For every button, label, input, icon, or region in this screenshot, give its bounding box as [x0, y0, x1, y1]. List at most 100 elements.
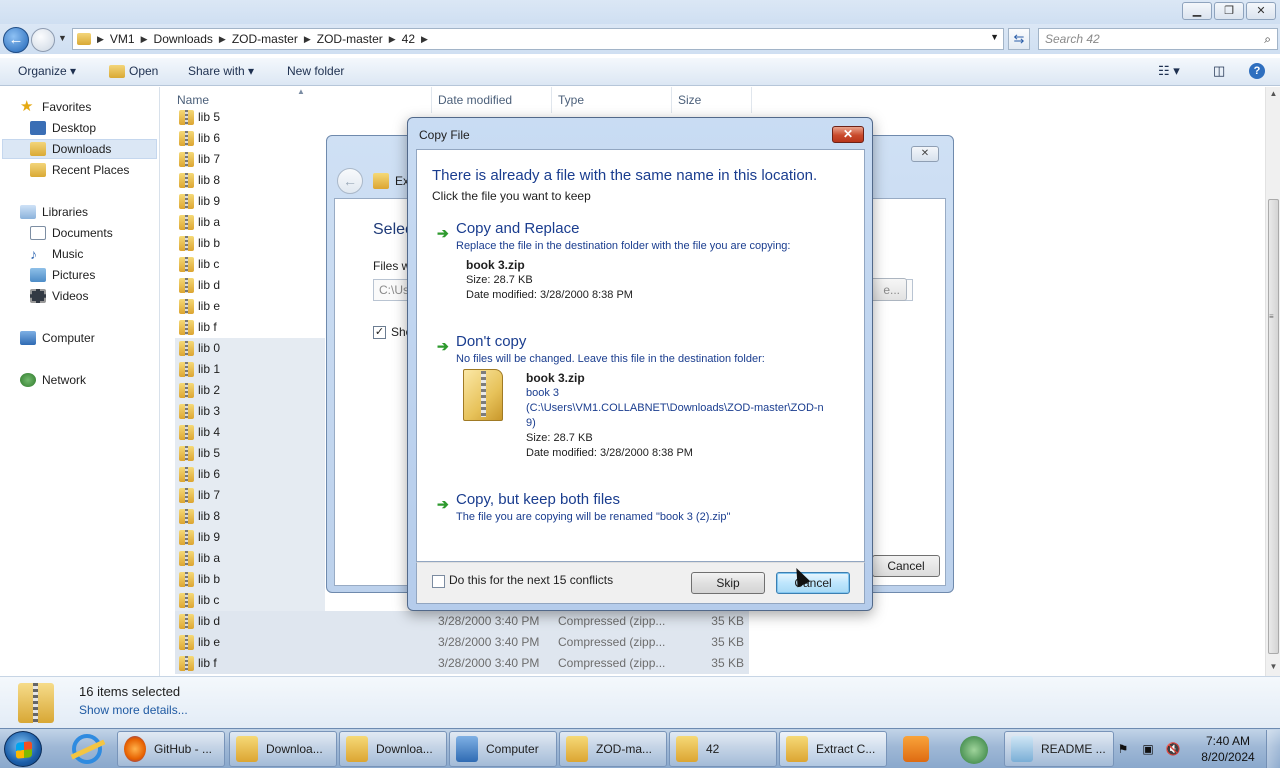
minimize-button[interactable]: ▁	[1182, 2, 1212, 20]
breadcrumb-downloads[interactable]: Downloads	[154, 32, 213, 46]
chevron-right-icon[interactable]: ▶	[389, 34, 396, 45]
table-row[interactable]: lib c	[175, 590, 325, 611]
nav-pictures[interactable]: Pictures	[30, 265, 95, 285]
recent-pages-dropdown[interactable]: ▼	[58, 33, 67, 43]
nav-recent-places[interactable]: Recent Places	[30, 160, 129, 180]
chevron-right-icon[interactable]: ▶	[219, 34, 226, 45]
taskbar-readme[interactable]: README ...	[1004, 731, 1114, 767]
nav-libraries[interactable]: Libraries	[20, 202, 88, 222]
chevron-right-icon[interactable]: ▶	[97, 34, 104, 45]
taskbar-downloads-2[interactable]: Downloa...	[339, 731, 447, 767]
extract-close-button[interactable]: ✕	[911, 146, 939, 162]
scrollbar-thumb[interactable]	[1268, 199, 1279, 654]
help-icon[interactable]: ?	[1249, 63, 1265, 79]
breadcrumb-vm1[interactable]: VM1	[110, 32, 135, 46]
nav-documents[interactable]: Documents	[30, 223, 113, 243]
close-window-button[interactable]: ✕	[1246, 2, 1276, 20]
nav-desktop[interactable]: Desktop	[30, 118, 96, 138]
taskbar: GitHub - ... Downloa... Downloa... Compu…	[0, 728, 1280, 768]
show-extracted-checkbox[interactable]: ✓	[373, 326, 386, 339]
table-row[interactable]: lib e 3/28/2000 3:40 PM Compressed (zipp..…	[175, 632, 749, 653]
column-header-date-modified[interactable]: Date modified	[438, 93, 512, 107]
view-options-icon[interactable]: ☷ ▾	[1158, 63, 1180, 79]
taskbar-github[interactable]: GitHub - ...	[117, 731, 225, 767]
nav-computer[interactable]: Computer	[20, 328, 95, 348]
nav-favorites[interactable]: ★ Favorites	[20, 97, 91, 117]
table-row[interactable]: lib d 3/28/2000 3:40 PM Compressed (zipp..…	[175, 611, 749, 632]
cancel-button[interactable]: Cancel	[776, 572, 850, 594]
folder-download-icon	[236, 736, 258, 762]
organize-menu[interactable]: Organize ▾	[18, 64, 76, 78]
back-button[interactable]: ←	[3, 27, 29, 53]
refresh-button[interactable]: ⇆	[1008, 28, 1030, 50]
table-row[interactable]: lib 0	[175, 338, 325, 359]
table-row[interactable]: lib 2	[175, 380, 325, 401]
preview-pane-icon[interactable]: ◫	[1213, 63, 1225, 79]
table-row[interactable]: lib 8	[175, 506, 325, 527]
taskbar-zod-master[interactable]: ZOD-ma...	[559, 731, 667, 767]
start-button[interactable]	[4, 731, 42, 767]
column-header-name[interactable]: Name	[177, 93, 209, 107]
volume-muted-icon[interactable]: 🔇	[1165, 741, 1181, 757]
nav-label: Downloads	[52, 142, 112, 156]
table-row[interactable]: lib 4	[175, 422, 325, 443]
search-icon[interactable]: ⌕	[1264, 32, 1271, 47]
table-row[interactable]: lib f 3/28/2000 3:40 PM Compressed (zipp..…	[175, 653, 749, 674]
file-date: 3/28/2000 3:40 PM	[438, 635, 540, 649]
table-row[interactable]: lib 7	[175, 485, 325, 506]
search-input[interactable]: Search 42 ⌕	[1038, 28, 1278, 50]
show-desktop-button[interactable]	[1266, 730, 1280, 768]
breadcrumb-zod-master[interactable]: ZOD-master	[232, 32, 298, 46]
extract-cancel-button[interactable]: Cancel	[872, 555, 940, 577]
scroll-up-arrow[interactable]: ▲	[1266, 89, 1280, 101]
address-bar[interactable]: ▶ VM1 ▶ Downloads ▶ ZOD-master ▶ ZOD-mas…	[72, 28, 1004, 50]
flag-icon[interactable]: ⚑	[1115, 741, 1131, 757]
column-header-type[interactable]: Type	[558, 93, 584, 107]
close-icon[interactable]: ✕	[832, 126, 864, 143]
scroll-down-arrow[interactable]: ▼	[1266, 662, 1280, 674]
chevron-right-icon[interactable]: ▶	[421, 34, 428, 45]
chevron-right-icon[interactable]: ▶	[141, 34, 148, 45]
nav-videos[interactable]: Videos	[30, 286, 88, 306]
nav-downloads[interactable]: Downloads	[2, 139, 157, 159]
chevron-right-icon[interactable]: ▶	[304, 34, 311, 45]
skip-button[interactable]: Skip	[691, 572, 765, 594]
forward-button[interactable]	[31, 28, 55, 52]
network-app-button[interactable]	[950, 731, 1000, 767]
media-player-button[interactable]	[893, 731, 943, 767]
new-folder-button[interactable]: New folder	[287, 64, 344, 78]
taskbar-42[interactable]: 42	[669, 731, 777, 767]
restore-button[interactable]: ❐	[1214, 2, 1244, 20]
file-date: Date modified: 3/28/2000 8:38 PM	[526, 447, 693, 459]
network-tray-icon[interactable]: ▣	[1140, 741, 1156, 757]
extract-back-button[interactable]: ←	[337, 168, 363, 194]
clock[interactable]: 7:40 AM 8/20/2024	[1190, 733, 1266, 765]
breadcrumb-42[interactable]: 42	[402, 32, 415, 46]
table-row[interactable]: lib 5	[175, 443, 325, 464]
chevron-down-icon[interactable]: ▼	[990, 32, 999, 42]
show-more-details-link[interactable]: Show more details...	[79, 703, 188, 717]
open-button[interactable]: Open	[129, 64, 158, 78]
taskbar-extract[interactable]: Extract C...	[779, 731, 887, 767]
taskbar-computer[interactable]: Computer	[449, 731, 557, 767]
zip-folder-icon	[179, 299, 194, 314]
taskbar-downloads-1[interactable]: Downloa...	[229, 731, 337, 767]
table-row[interactable]: lib 6	[175, 464, 325, 485]
table-row[interactable]: lib b	[175, 569, 325, 590]
share-with-menu[interactable]: Share with ▾	[188, 64, 254, 78]
nav-music[interactable]: ♪ Music	[30, 244, 83, 264]
table-row[interactable]: lib 1	[175, 359, 325, 380]
apply-to-all-checkbox[interactable]	[432, 575, 445, 588]
table-row[interactable]: lib 9	[175, 527, 325, 548]
internet-explorer-button[interactable]	[62, 731, 112, 767]
column-header-size[interactable]: Size	[678, 93, 701, 107]
table-row[interactable]: lib a	[175, 548, 325, 569]
file-name: lib 7	[198, 152, 221, 166]
file-list-scrollbar[interactable]: ▲ ≡ ▼	[1265, 87, 1280, 676]
table-row[interactable]: lib 3	[175, 401, 325, 422]
breadcrumb-zod-master-2[interactable]: ZOD-master	[317, 32, 383, 46]
notepad-icon	[1011, 736, 1033, 762]
nav-label: Libraries	[42, 205, 89, 219]
nav-network[interactable]: Network	[20, 370, 86, 390]
column-divider[interactable]	[751, 87, 752, 113]
